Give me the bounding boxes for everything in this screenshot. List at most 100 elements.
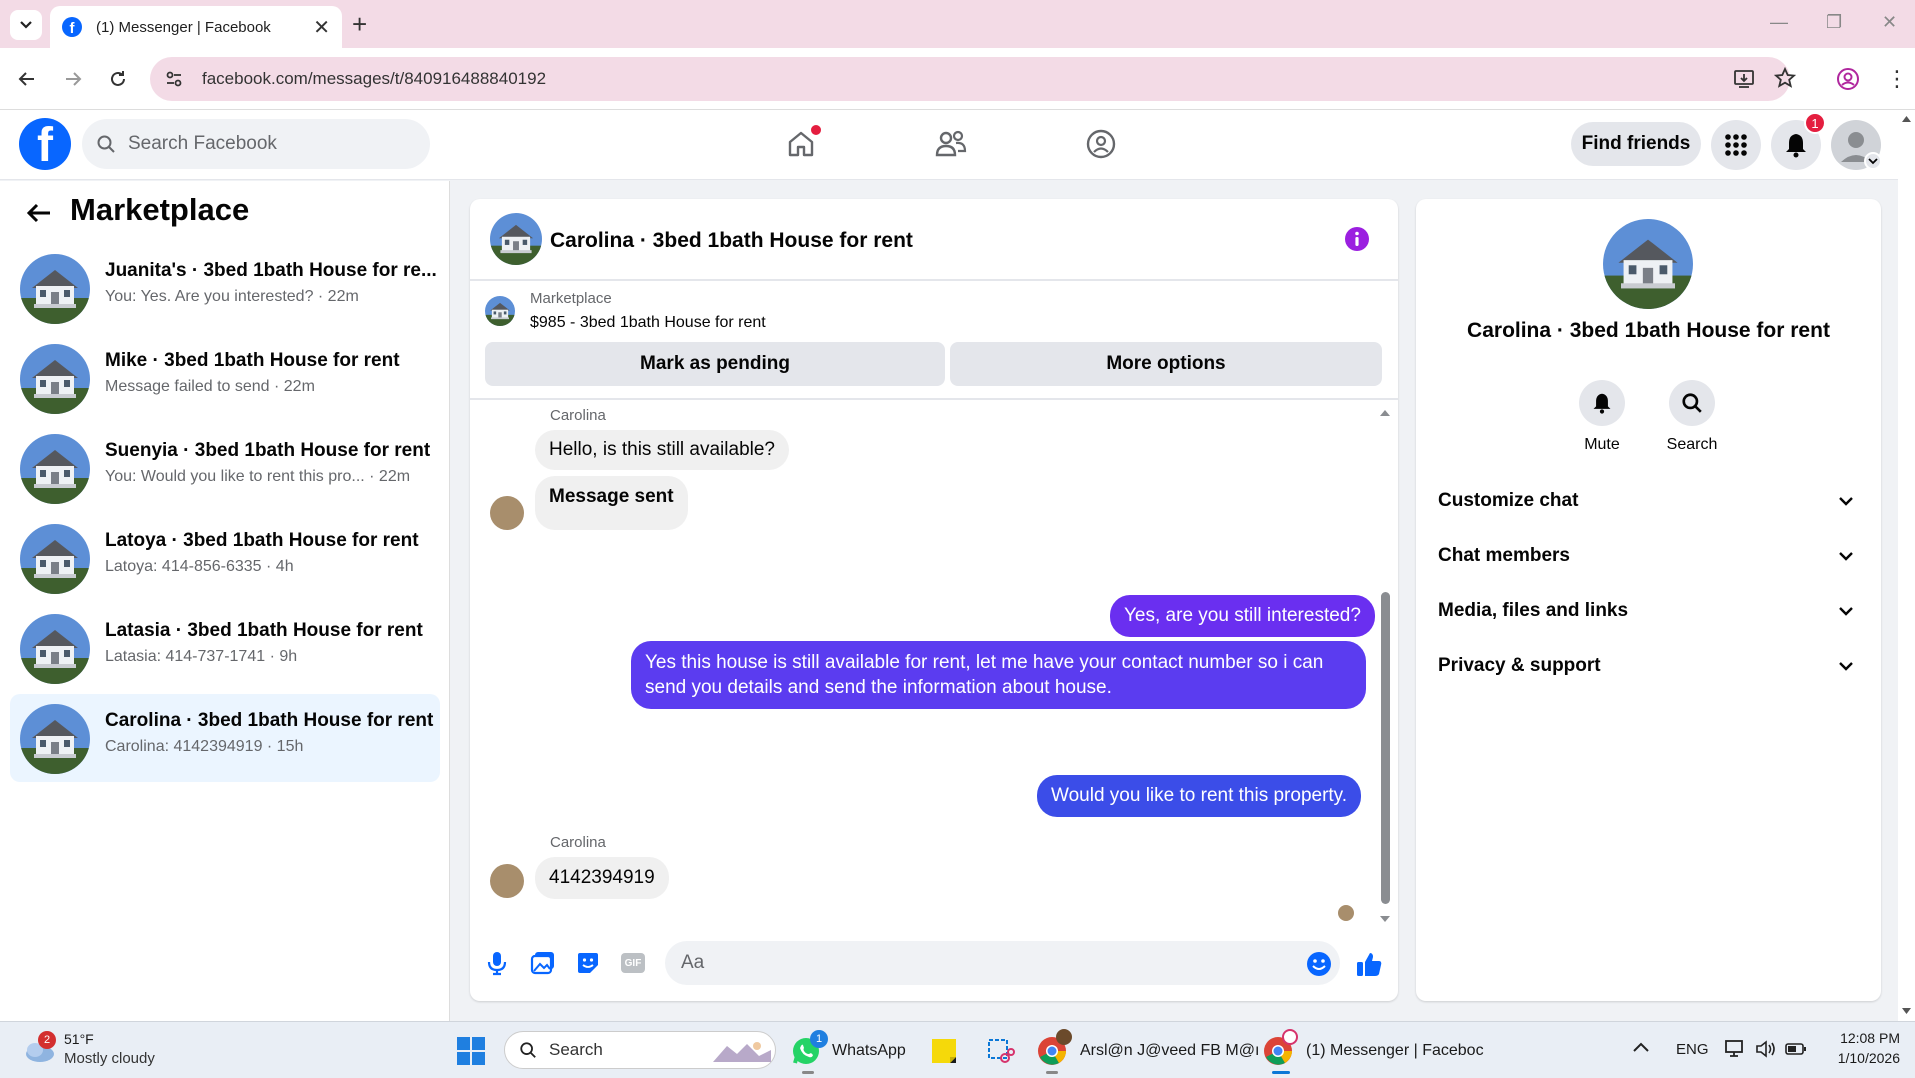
- browser-menu-icon[interactable]: ⋮: [1886, 66, 1908, 92]
- address-bar[interactable]: facebook.com/messages/t/840916488840192: [150, 57, 1790, 101]
- arrow-right-icon: [66, 72, 82, 86]
- conversation-snippet: Latasia: 414-737-1741 · 9h: [105, 648, 298, 665]
- facebook-logo[interactable]: f: [19, 118, 71, 170]
- send-like-button[interactable]: [1355, 950, 1383, 978]
- search-action[interactable]: Search: [1652, 380, 1732, 454]
- gif-icon: GIF: [621, 953, 645, 973]
- conversation-name: Suenyia · 3bed 1bath House for rent: [105, 440, 431, 461]
- info-section-row[interactable]: Customize chat: [1420, 475, 1872, 527]
- facebook-favicon-icon: f: [62, 17, 82, 37]
- language-indicator[interactable]: ENG: [1676, 1041, 1709, 1058]
- info-section-row[interactable]: Media, files and links: [1420, 585, 1872, 637]
- incoming-message[interactable]: Hello, is this still available?: [535, 430, 789, 470]
- site-settings-icon[interactable]: [164, 69, 184, 89]
- show-hidden-icons-button[interactable]: [1632, 1040, 1650, 1054]
- friends-nav-button[interactable]: [931, 124, 971, 164]
- listing-title[interactable]: $985 - 3bed 1bath House for rent: [530, 314, 766, 332]
- info-panel-avatar[interactable]: [1603, 219, 1693, 309]
- gif-button[interactable]: GIF: [618, 948, 648, 978]
- chevron-up-icon: [1633, 1042, 1649, 1052]
- network-icon[interactable]: [1724, 1038, 1746, 1060]
- sticker-button[interactable]: [573, 948, 603, 978]
- message-input[interactable]: Aa: [665, 941, 1340, 985]
- search-conversation-button[interactable]: [1669, 380, 1715, 426]
- conversation-snippet: Latoya: 414-856-6335 · 4h: [105, 558, 294, 575]
- conversation-thumbnail: [20, 704, 90, 774]
- bell-icon: [1593, 393, 1611, 414]
- info-section-label: Media, files and links: [1438, 600, 1629, 621]
- info-section-label: Chat members: [1438, 545, 1570, 566]
- search-placeholder: Search Facebook: [128, 133, 277, 154]
- battery-icon[interactable]: [1784, 1040, 1808, 1058]
- install-app-icon[interactable]: [1733, 68, 1755, 90]
- conversation-item[interactable]: Suenyia · 3bed 1bath House for rent You: …: [10, 424, 440, 512]
- chat-title[interactable]: Carolina · 3bed 1bath House for rent: [550, 229, 913, 253]
- search-icon: [97, 135, 115, 153]
- groups-nav-button[interactable]: [1081, 124, 1121, 164]
- restore-window-icon[interactable]: ❐: [1826, 12, 1842, 33]
- voice-clip-button[interactable]: [482, 948, 512, 978]
- search-icon: [520, 1042, 536, 1058]
- chat-header-avatar[interactable]: [490, 213, 542, 265]
- page-scrollbar[interactable]: [1898, 110, 1915, 1021]
- browser-tab-active[interactable]: f (1) Messenger | Facebook ✕: [50, 6, 342, 48]
- taskbar-sticky-notes[interactable]: [930, 1035, 958, 1067]
- outgoing-message[interactable]: Would you like to rent this property.: [1037, 775, 1362, 817]
- running-indicator: [1046, 1071, 1058, 1074]
- active-window-indicator: [1272, 1071, 1290, 1074]
- taskbar-search[interactable]: Search: [504, 1031, 776, 1069]
- taskbar-search-label: Search: [549, 1040, 603, 1059]
- mark-as-pending-button[interactable]: Mark as pending: [485, 342, 945, 386]
- reload-button[interactable]: [103, 64, 133, 94]
- conversation-item[interactable]: Latoya · 3bed 1bath House for rent Latoya…: [10, 514, 440, 602]
- chat-header-divider: [470, 279, 1398, 281]
- incoming-message[interactable]: Message sent: [535, 476, 688, 530]
- listing-divider: [470, 398, 1398, 400]
- home-nav-button[interactable]: [781, 124, 821, 164]
- conversation-item[interactable]: Mike · 3bed 1bath House for rent Message …: [10, 334, 440, 422]
- more-options-button[interactable]: More options: [950, 342, 1382, 386]
- conversation-thumbnail: [20, 614, 90, 684]
- conversation-info-button[interactable]: [1344, 226, 1370, 252]
- house-photo-icon: [20, 704, 90, 774]
- chevron-down-icon: [1839, 662, 1853, 671]
- tab-search-button[interactable]: [10, 10, 42, 40]
- new-tab-button[interactable]: +: [352, 10, 367, 38]
- start-button[interactable]: [456, 1036, 486, 1066]
- account-chevron-icon[interactable]: [1864, 152, 1882, 170]
- facebook-search-input[interactable]: Search Facebook: [82, 119, 430, 169]
- profile-icon[interactable]: [1836, 67, 1860, 91]
- volume-icon[interactable]: [1754, 1038, 1778, 1060]
- outgoing-message[interactable]: Yes, are you still interested?: [1110, 595, 1375, 637]
- chat-scrollbar-thumb[interactable]: [1381, 592, 1390, 904]
- minimize-window-icon[interactable]: —: [1770, 12, 1788, 33]
- listing-thumbnail[interactable]: [485, 296, 515, 326]
- forward-button[interactable]: [58, 64, 88, 94]
- conversation-item[interactable]: Juanita's · 3bed 1bath House for re... Yo…: [10, 244, 440, 332]
- conversation-item[interactable]: Latasia · 3bed 1bath House for rent Latas…: [10, 604, 440, 692]
- bookmark-star-icon[interactable]: [1774, 67, 1796, 89]
- close-tab-icon[interactable]: ✕: [313, 15, 330, 40]
- back-arrow-button[interactable]: [26, 202, 52, 224]
- menu-button[interactable]: [1711, 120, 1761, 170]
- mute-action[interactable]: Mute: [1562, 380, 1642, 454]
- taskbar-whatsapp[interactable]: WhatsApp: [790, 1035, 906, 1067]
- close-window-icon[interactable]: ✕: [1882, 12, 1897, 33]
- emoji-button[interactable]: [1306, 951, 1332, 977]
- info-icon: [1345, 227, 1369, 251]
- conversation-snippet: Message failed to send · 22m: [105, 378, 315, 395]
- clock-time[interactable]: 12:08 PM: [1820, 1030, 1900, 1046]
- attach-photo-button[interactable]: [528, 948, 558, 978]
- info-section-row[interactable]: Privacy & support: [1420, 640, 1872, 692]
- info-section-row[interactable]: Chat members: [1420, 530, 1872, 582]
- incoming-message[interactable]: 4142394919: [535, 857, 669, 899]
- chevron-down-icon: [1839, 497, 1853, 506]
- clock-date[interactable]: 1/10/2026: [1820, 1050, 1900, 1066]
- mute-button[interactable]: [1579, 380, 1625, 426]
- outgoing-message[interactable]: Yes this house is still available for re…: [631, 641, 1366, 709]
- taskbar-snipping-tool[interactable]: [985, 1035, 1015, 1067]
- conversation-item[interactable]: Carolina · 3bed 1bath House for rent Caro…: [10, 694, 440, 782]
- search-icon: [1682, 393, 1702, 413]
- back-button[interactable]: [12, 64, 42, 94]
- find-friends-button[interactable]: Find friends: [1571, 122, 1701, 166]
